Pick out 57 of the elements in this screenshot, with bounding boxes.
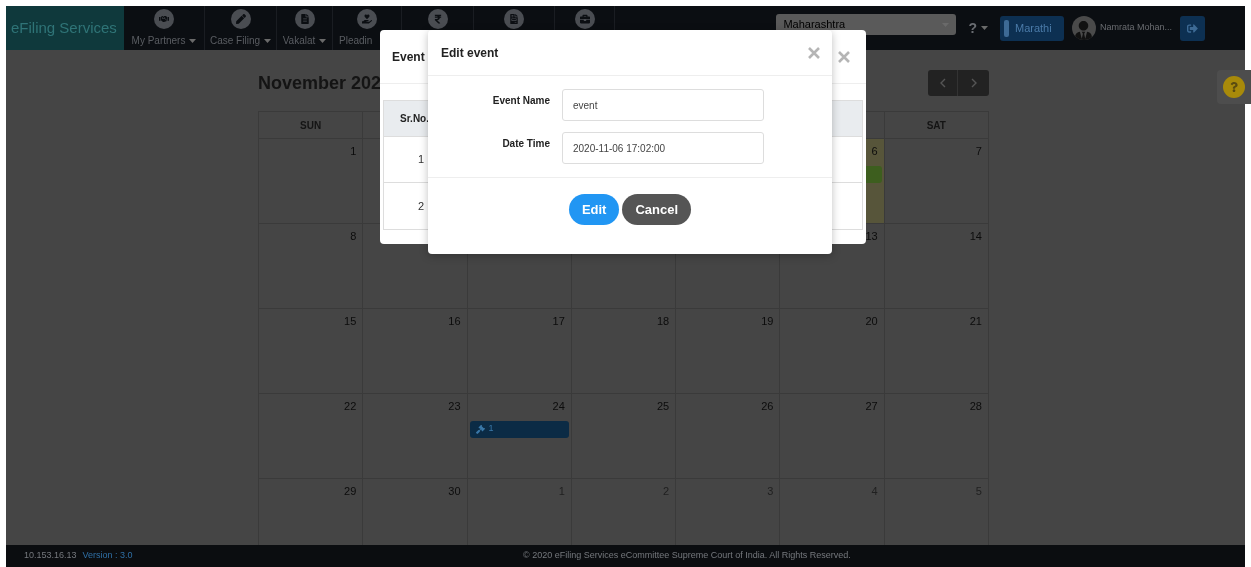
text-input-field[interactable]: event — [562, 89, 764, 121]
day-number: 1 — [350, 144, 357, 159]
ip-address: 10.153.16.13 — [24, 549, 77, 563]
table-cell-text: 2 — [416, 198, 424, 214]
document-icon — [504, 9, 524, 29]
document-icon — [294, 9, 315, 29]
toggle-bar-icon — [1003, 19, 1009, 37]
caret-icon — [319, 38, 327, 43]
day-number: 8 — [350, 229, 357, 244]
logout-icon — [1187, 22, 1198, 34]
previous-month-button[interactable] — [928, 70, 958, 96]
chevron-right-icon — [970, 78, 977, 88]
field-label: Event Name — [491, 94, 550, 108]
day-number: 30 — [448, 484, 461, 499]
help-tab[interactable] — [1217, 70, 1251, 104]
logout-button[interactable] — [1180, 15, 1205, 41]
day-number: 27 — [865, 399, 878, 414]
text-input-field[interactable]: 2020-11-06 17:02:00 — [562, 132, 764, 164]
day-number: 26 — [761, 399, 774, 414]
rupee-icon — [427, 9, 448, 29]
hands-icon — [357, 9, 377, 29]
version-text: Version : 3.0 — [82, 549, 133, 563]
event-label: 1 — [488, 422, 494, 436]
day-number: 22 — [344, 399, 357, 414]
close-icon[interactable] — [808, 46, 820, 59]
calendar-event[interactable]: 1 — [469, 420, 569, 438]
pencil-icon — [230, 9, 251, 29]
help-menu-button[interactable]: ? — [964, 17, 992, 39]
gavel-icon — [475, 424, 485, 434]
next-month-button[interactable] — [958, 70, 989, 96]
day-number: 13 — [865, 229, 878, 244]
language-button[interactable]: Marathi — [999, 15, 1064, 41]
user-name[interactable]: Namrata Mohan... — [1099, 21, 1172, 35]
day-number: 14 — [969, 229, 982, 244]
cancel-button[interactable]: Cancel — [622, 194, 692, 225]
edit-button[interactable]: Edit — [568, 194, 620, 225]
day-number: 6 — [871, 144, 878, 159]
day-number: 16 — [448, 314, 461, 329]
column-header: Sr.No. — [399, 112, 429, 126]
caret-icon — [980, 26, 988, 30]
copyright-text: © 2020 eFiling Services eCommittee Supreme Court of India. All Rights Reserved. — [523, 549, 851, 563]
user-avatar[interactable] — [1071, 16, 1096, 40]
dialog-title: Edit event — [441, 44, 499, 62]
handshake-icon — [154, 9, 174, 29]
chevron-left-icon — [939, 78, 946, 88]
day-number: 19 — [761, 314, 774, 329]
dialog-title: Event — [392, 48, 425, 66]
table-cell-text: 1 — [416, 152, 424, 168]
caret-icon — [264, 38, 271, 43]
field-label: Date Time — [501, 137, 550, 151]
caret-icon — [189, 38, 197, 43]
brand-title[interactable]: eFiling Services — [6, 6, 124, 50]
help-icon — [1223, 76, 1245, 98]
day-number: 23 — [448, 399, 461, 414]
briefcase-icon — [574, 9, 595, 29]
close-icon[interactable] — [838, 50, 850, 63]
day-number: 24 — [552, 399, 565, 414]
